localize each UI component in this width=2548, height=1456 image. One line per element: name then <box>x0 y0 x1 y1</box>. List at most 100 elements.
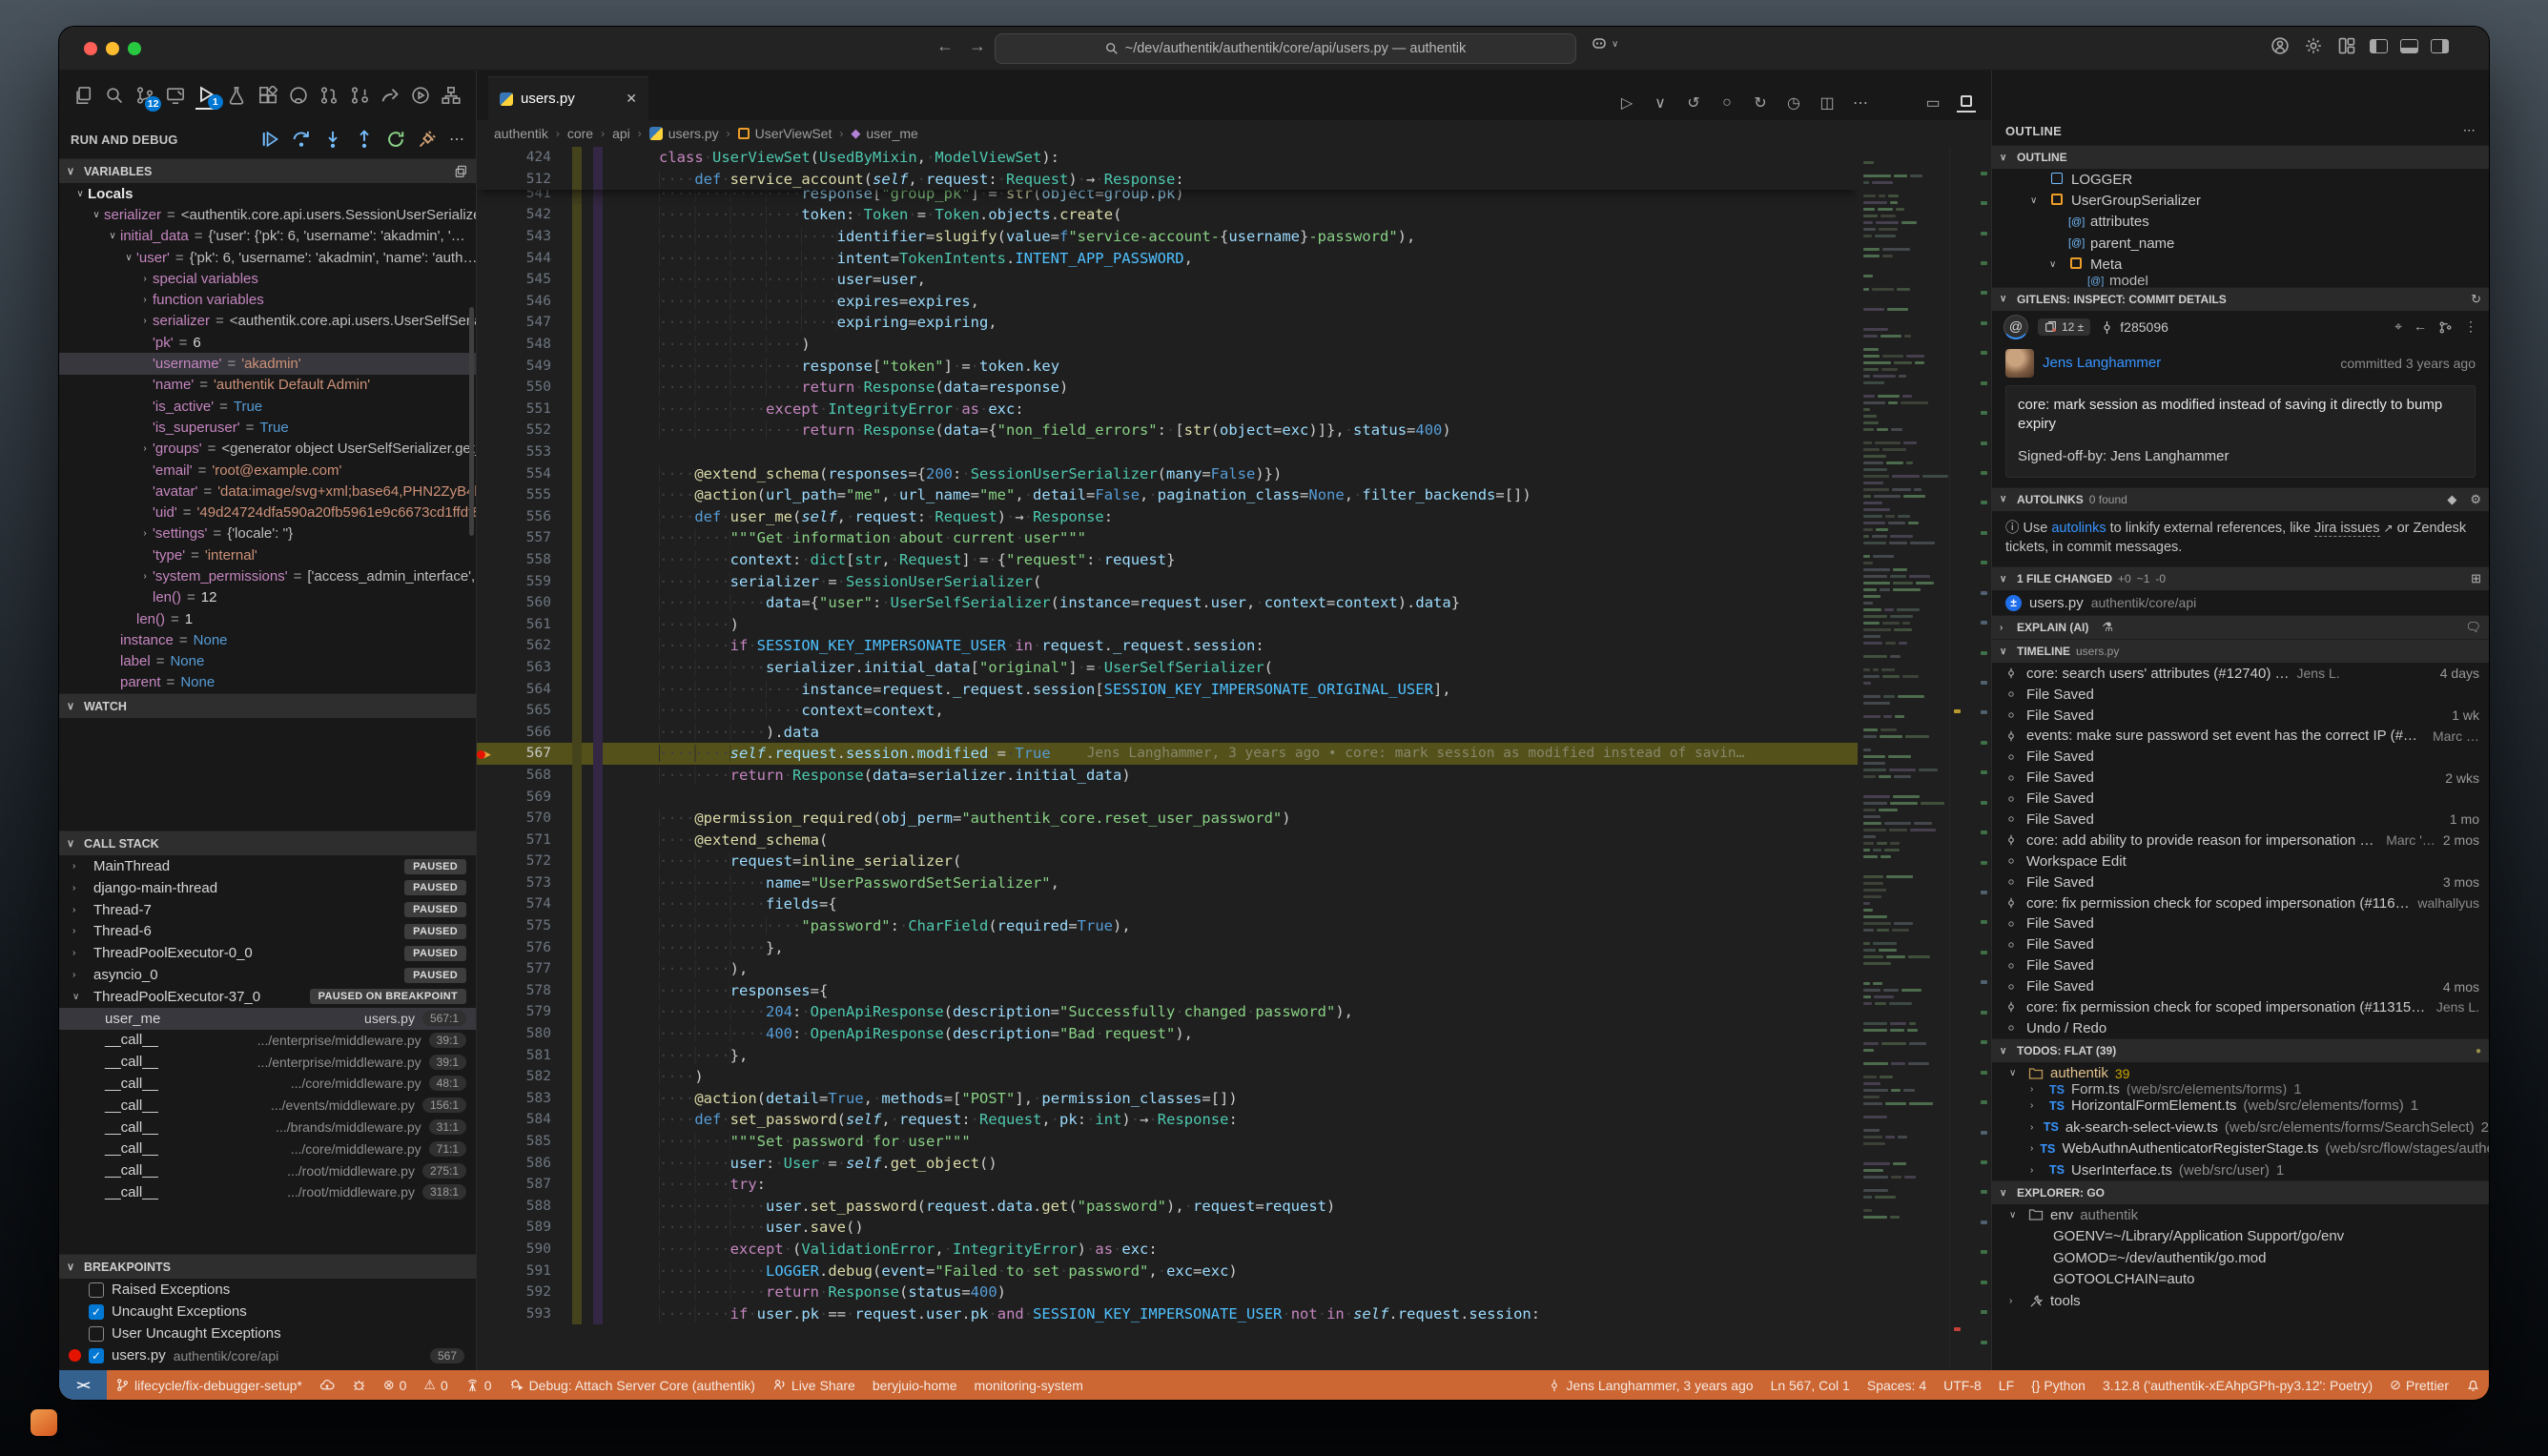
gutter[interactable]: 548 <box>477 334 659 356</box>
gutter[interactable]: 562 <box>477 635 659 657</box>
gutter[interactable]: 569 <box>477 786 659 808</box>
status-item--python[interactable]: {} Python <box>2023 1378 2094 1393</box>
gutter[interactable]: 565 <box>477 700 659 722</box>
variable-row[interactable]: ›function variables <box>59 289 476 310</box>
activity-source-control-icon[interactable]: 12 <box>134 81 155 110</box>
status-item-ln-567-col-1[interactable]: Ln 567, Col 1 <box>1762 1378 1859 1393</box>
variable-row[interactable]: 'name'='authentik Default Admin' <box>59 375 476 396</box>
kebab-menu-icon[interactable]: ⋮ <box>2464 318 2477 335</box>
variable-row[interactable]: len()=1 <box>59 608 476 629</box>
timeline-item[interactable]: File Saved1 mo <box>1992 810 2489 831</box>
gitlens-section-header[interactable]: ∨GITLENS: INSPECT: COMMIT DETAILS ↻ <box>1992 287 2489 311</box>
gutter[interactable]: 545 <box>477 269 659 291</box>
activity-extensions-icon[interactable] <box>257 81 278 110</box>
activity-testing-icon[interactable] <box>226 81 248 110</box>
activity-share-icon[interactable] <box>380 81 401 110</box>
timeline-back-icon[interactable]: ↺ <box>1684 93 1703 113</box>
autolink-add-icon[interactable]: ◆ <box>2447 492 2456 507</box>
status-item-3-12-8-authentik-xeahpgph-py3-[interactable]: 3.12.8 ('authentik-xEAhpGPh-py3.12': Poe… <box>2094 1378 2381 1393</box>
timeline-item[interactable]: Undo / Redo <box>1992 1017 2489 1038</box>
breakpoints-section-header[interactable]: ∨ BREAKPOINTS <box>59 1254 476 1279</box>
code-line-560[interactable]: 560············data={"user":·UserSelfSer… <box>477 592 1858 614</box>
timeline-item[interactable]: File Saved <box>1992 789 2489 810</box>
code-line-582[interactable]: 582····) <box>477 1066 1858 1088</box>
status-item-0[interactable]: ⊗0 <box>375 1377 416 1393</box>
comments-icon[interactable]: ▭ <box>1923 93 1942 113</box>
status-item-lifecycle-fix-debugger-setup-[interactable]: lifecycle/fix-debugger-setup* <box>107 1378 311 1393</box>
gutter[interactable]: 543 <box>477 226 659 248</box>
outline-view-icon[interactable] <box>1957 93 1976 113</box>
gutter[interactable]: 547 <box>477 312 659 334</box>
panel-left-icon[interactable] <box>2370 39 2388 53</box>
code-line-578[interactable]: 578········responses={ <box>477 980 1858 1002</box>
code-line-568[interactable]: 568········return·Response(data=serializ… <box>477 765 1858 787</box>
code-line-545[interactable]: 545····················user=user, <box>477 269 1858 291</box>
timeline-item[interactable]: core: fix permission check for scoped im… <box>1992 892 2489 913</box>
gutter[interactable]: 584 <box>477 1109 659 1131</box>
code-line-593[interactable]: 593········if·user.pk·==·request.user.pk… <box>477 1302 1858 1324</box>
breadcrumb-item[interactable]: core <box>567 126 593 141</box>
variable-row[interactable]: 'is_active'=True <box>59 396 476 417</box>
status-item-jens-langhammer-3-years-ago[interactable]: Jens Langhammer, 3 years ago <box>1539 1378 1761 1393</box>
variable-row[interactable]: ∨Locals <box>59 183 476 204</box>
code-line-579[interactable]: 579············204:·OpenApiResponse(desc… <box>477 1001 1858 1023</box>
activity-remote-explorer-icon[interactable] <box>164 81 186 110</box>
gutter[interactable]: 574 <box>477 893 659 915</box>
code-line-548[interactable]: 548················) <box>477 334 1858 356</box>
gutter[interactable]: 576 <box>477 936 659 958</box>
settings-gear-icon[interactable] <box>2303 35 2324 56</box>
gutter[interactable]: 587 <box>477 1174 659 1196</box>
go-env-row[interactable]: ∨envauthentik <box>1992 1204 2489 1225</box>
stack-frame-row[interactable]: __call__.../root/middleware.py275:1 <box>59 1159 476 1181</box>
breadcrumb-item[interactable]: user_me <box>866 126 917 141</box>
breadcrumb-item[interactable]: users.py <box>668 126 719 141</box>
todo-file-row[interactable]: ›TSak-search-select-view.ts(web/src/elem… <box>1992 1117 2489 1138</box>
todo-file-row[interactable]: ›TSUserInterface.ts(web/src/user)1 <box>1992 1159 2489 1180</box>
code-line-550[interactable]: 550················return·Response(data=… <box>477 377 1858 399</box>
tab-users-py[interactable]: users.py ✕ <box>488 76 648 120</box>
thread-row[interactable]: ∨ThreadPoolExecutor-37_0PAUSED ON BREAKP… <box>59 986 476 1008</box>
call-stack-section-header[interactable]: ∨ CALL STACK <box>59 831 476 855</box>
status-item-utf-8[interactable]: UTF-8 <box>1935 1378 1990 1393</box>
code-line-564[interactable]: 564················instance=request._req… <box>477 678 1858 700</box>
code-line-575[interactable]: 575················"password":·CharField… <box>477 915 1858 937</box>
code-line-561[interactable]: 561········) <box>477 613 1858 635</box>
gutter[interactable]: 592 <box>477 1282 659 1303</box>
outline-item[interactable]: [@]parent_name <box>1992 233 2489 254</box>
variable-row[interactable]: ∨'user'={'pk': 6, 'username': 'akadmin',… <box>59 247 476 268</box>
stack-frame-row[interactable]: __call__.../root/middleware.py318:1 <box>59 1181 476 1203</box>
code-line-544[interactable]: 544····················intent=TokenInten… <box>477 247 1858 269</box>
code-line-585[interactable]: 585········"""Set·password·for·user""" <box>477 1131 1858 1153</box>
explain-ai-section-header[interactable]: ›EXPLAIN (AI) ⚗ 🗨 <box>1992 615 2489 639</box>
gutter[interactable]: 553 <box>477 441 659 463</box>
gutter[interactable]: 586 <box>477 1152 659 1174</box>
code-line-563[interactable]: 563············serializer.initial_data["… <box>477 657 1858 679</box>
code-line-424[interactable]: 424class·UserViewSet(UsedByMixin,·ModelV… <box>477 147 1858 169</box>
stack-frame-row[interactable]: __call__.../brands/middleware.py31:1 <box>59 1117 476 1138</box>
activity-run-circle-icon[interactable] <box>410 81 432 110</box>
gutter[interactable]: 585 <box>477 1131 659 1153</box>
refresh-icon[interactable]: ↻ <box>2471 292 2481 307</box>
panel-bottom-icon[interactable] <box>2400 39 2418 53</box>
timeline-item[interactable]: File Saved2 wks <box>1992 768 2489 789</box>
code-line-583[interactable]: 583····@action(detail=True,·methods=["PO… <box>477 1088 1858 1110</box>
commit-search-tab[interactable]: @ <box>2003 315 2028 339</box>
code-line-570[interactable]: 570····@permission_required(obj_perm="au… <box>477 808 1858 830</box>
timeline-item[interactable]: File Saved <box>1992 684 2489 705</box>
code-line-569[interactable]: 569 <box>477 786 1858 808</box>
thread-row[interactable]: ›asyncio_0PAUSED <box>59 964 476 986</box>
explorer-go-section-header[interactable]: ∨EXPLORER: GO <box>1992 1180 2489 1204</box>
outline-item[interactable]: [@]attributes <box>1992 212 2489 233</box>
code-line-588[interactable]: 588············user.set_password(request… <box>477 1196 1858 1218</box>
record-icon[interactable]: ○ <box>1717 93 1736 113</box>
history-forward-icon[interactable]: → <box>969 36 986 56</box>
gutter[interactable]: 557 <box>477 527 659 549</box>
stack-frame-row[interactable]: __call__.../enterprise/middleware.py39:1 <box>59 1051 476 1073</box>
status-item[interactable] <box>2457 1378 2489 1392</box>
todos-section-header[interactable]: ∨TODOS: FLAT (39) ● <box>1992 1038 2489 1062</box>
gutter[interactable]: 581 <box>477 1044 659 1066</box>
split-editor-icon[interactable]: ◫ <box>1818 93 1837 113</box>
run-python-file-icon[interactable]: ▷ <box>1617 93 1636 113</box>
code-line-573[interactable]: 573············name="UserPasswordSetSeri… <box>477 872 1858 894</box>
status-item-0[interactable]: ⚠0 <box>415 1377 456 1393</box>
